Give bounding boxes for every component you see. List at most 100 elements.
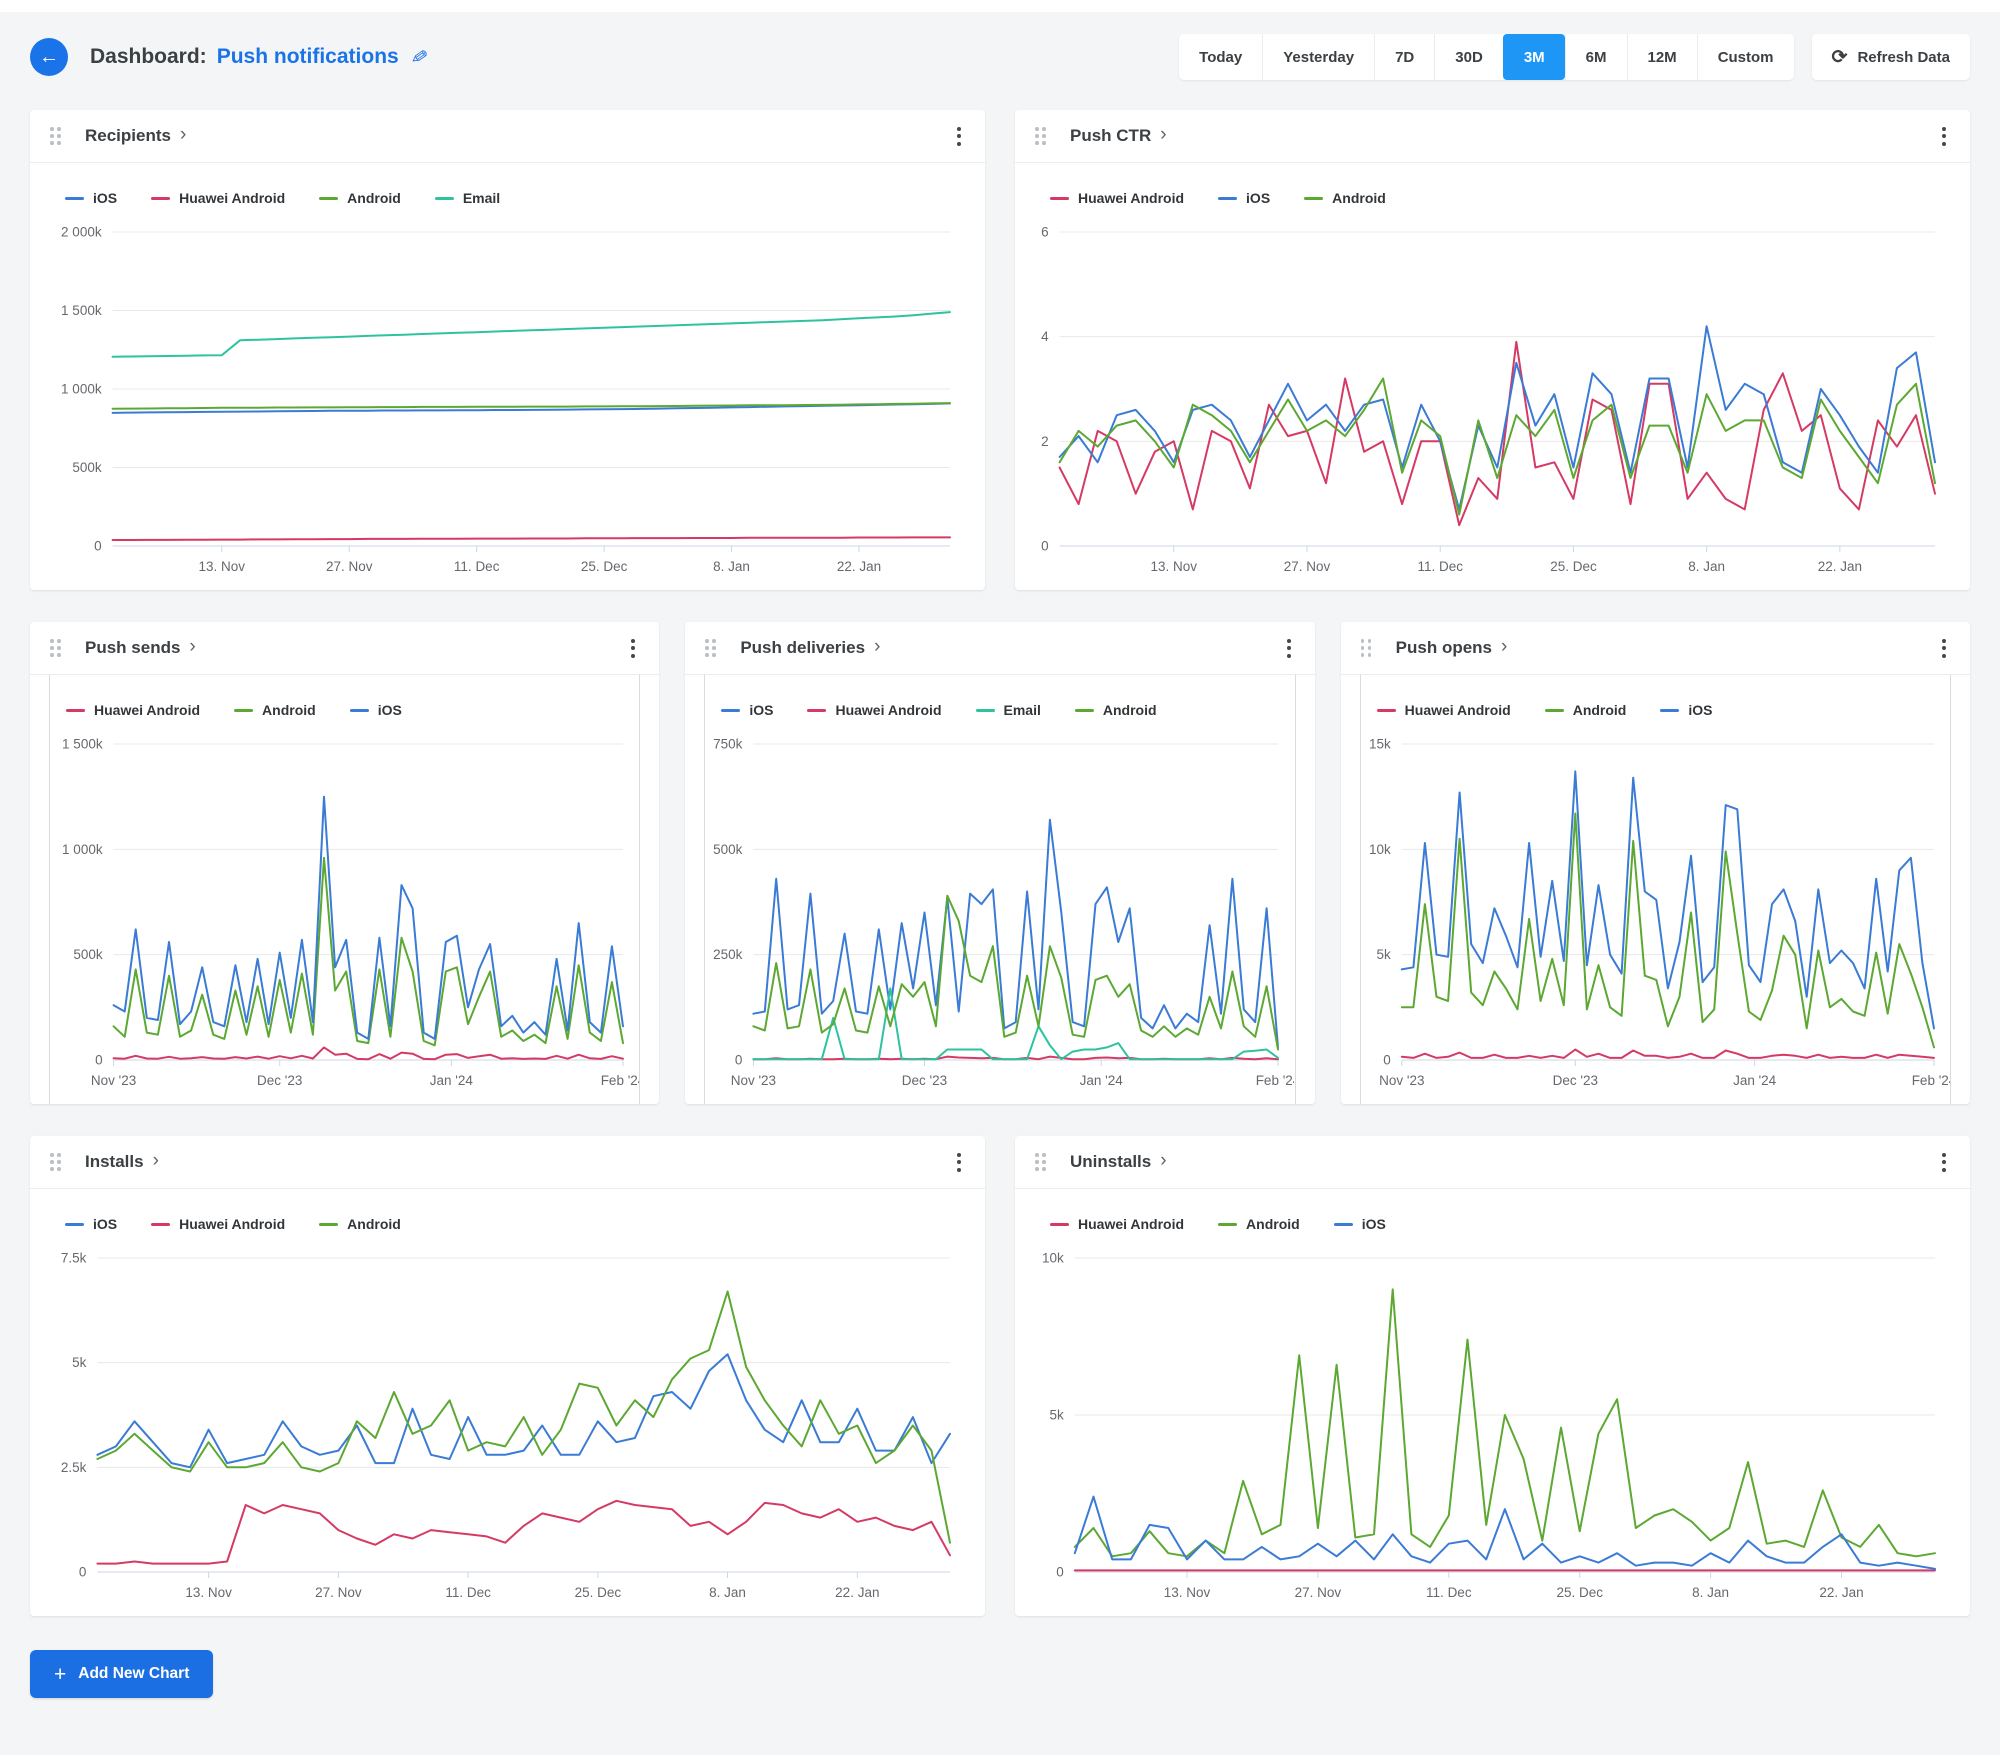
legend-item-android[interactable]: Android [319,190,401,206]
card-header: Uninstalls › [1015,1136,1970,1189]
add-new-chart-label: Add New Chart [78,1665,190,1682]
drag-handle-icon[interactable] [50,1153,61,1171]
chart-title[interactable]: Push sends [85,638,180,658]
legend-item-android[interactable]: Android [1218,1216,1300,1232]
chart-legend: iOS Huawei Android Android Email [49,163,966,218]
svg-text:Jan '24: Jan '24 [1080,1073,1124,1088]
svg-text:15k: 15k [1369,737,1391,752]
svg-text:27. Nov: 27. Nov [326,559,373,574]
range-button-3m[interactable]: 3M [1502,34,1565,80]
legend-item-android[interactable]: Android [1074,702,1157,718]
svg-text:25. Dec: 25. Dec [581,559,628,574]
chart-title[interactable]: Recipients [85,126,171,146]
legend-item-email[interactable]: Email [975,702,1041,718]
legend-item-huawei-android[interactable]: Huawei Android [1050,190,1184,206]
chart-title[interactable]: Push deliveries [740,638,865,658]
legend-swatch [319,1222,339,1226]
kebab-menu-icon[interactable] [627,633,639,664]
kebab-menu-icon[interactable] [1938,121,1950,152]
legend-swatch [975,708,995,712]
chart-plot: 0 250k 500k 750k Nov '23 Dec '23 Jan '24 Feb '2… [705,730,1294,1096]
chart-svg: 0 2 4 6 13. Nov 27. Nov 11. Dec 25. Dec 8. Jan 22… [1041,225,1936,574]
chart-plot: 0 500k 1 000k 1 500k Nov '23 Dec '23 Jan '24 Fe… [50,730,639,1096]
chart-svg: 0 2.5k 5k 7.5k 13. Nov 27. Nov 11. Dec 25. Dec 8… [61,1251,951,1600]
legend-swatch [1218,1222,1238,1226]
legend-item-android[interactable]: Android [1304,190,1386,206]
drag-handle-icon[interactable] [705,639,716,657]
range-button-yesterday[interactable]: Yesterday [1262,34,1375,80]
legend-item-ios[interactable]: iOS [721,702,773,718]
legend-item-ios[interactable]: iOS [1218,190,1270,206]
svg-text:11. Dec: 11. Dec [1426,1585,1472,1600]
svg-text:11. Dec: 11. Dec [445,1585,491,1600]
chart-title[interactable]: Installs [85,1152,144,1172]
legend-item-android[interactable]: Android [234,702,316,718]
legend-item-android[interactable]: Android [1544,702,1626,718]
legend-item-huawei-android[interactable]: Huawei Android [151,1216,285,1232]
legend-item-huawei-android[interactable]: Huawei Android [66,702,200,718]
chart-legend: Huawei Android Android iOS [50,675,639,730]
legend-label: iOS [1361,1216,1386,1232]
card-header: Recipients › [30,110,985,163]
range-button-7d[interactable]: 7D [1374,34,1435,80]
legend-swatch [434,196,454,200]
chart-svg: 0 5k 10k 13. Nov 27. Nov 11. Dec 25. Dec 8. Jan… [1042,1251,1936,1600]
legend-item-huawei-android[interactable]: Huawei Android [1376,702,1511,718]
legend-label: iOS [377,702,402,718]
legend-item-ios[interactable]: iOS [349,702,402,718]
drag-handle-icon[interactable] [50,639,61,657]
drag-handle-icon[interactable] [1035,1153,1046,1171]
legend-label: Huawei Android [1078,1216,1185,1232]
legend-swatch [1218,196,1238,200]
legend-label: Android [347,190,401,206]
legend-item-huawei-android[interactable]: Huawei Android [807,702,942,718]
svg-text:1 500k: 1 500k [61,303,102,318]
legend-swatch [1333,1222,1353,1226]
card-header: Push deliveries › [685,622,1315,675]
drag-handle-icon[interactable] [1360,639,1372,657]
chart-card-installs: Installs › iOS Huawei Android Android 0 2.5… [30,1136,985,1616]
drag-handle-icon[interactable] [1035,127,1046,145]
range-button-30d[interactable]: 30D [1434,34,1503,80]
svg-text:Nov '23: Nov '23 [91,1073,136,1088]
kebab-menu-icon[interactable] [1938,633,1950,664]
chart-legend: Huawei Android iOS Android [1034,163,1951,218]
kebab-menu-icon[interactable] [1938,1147,1950,1178]
svg-text:5k: 5k [1050,1408,1065,1423]
svg-text:0: 0 [735,1053,743,1068]
back-button[interactable]: ← [30,38,68,76]
range-button-6m[interactable]: 6M [1564,34,1627,80]
legend-item-ios[interactable]: iOS [1660,702,1712,718]
range-button-12m[interactable]: 12M [1626,34,1697,80]
chart-title[interactable]: Push opens [1396,638,1492,658]
legend-item-ios[interactable]: iOS [65,1216,117,1232]
legend-item-android[interactable]: Android [319,1216,401,1232]
add-new-chart-button[interactable]: + Add New Chart [30,1650,214,1698]
kebab-menu-icon[interactable] [953,121,965,152]
chart-title[interactable]: Uninstalls [1070,1152,1151,1172]
legend-item-ios[interactable]: iOS [1333,1216,1386,1232]
kebab-menu-icon[interactable] [1283,633,1295,664]
chart-plot: 0 5k 10k 13. Nov 27. Nov 11. Dec 25. Dec 8. Jan… [1034,1244,1951,1608]
range-button-today[interactable]: Today [1179,34,1263,80]
refresh-data-button[interactable]: ⟳ Refresh Data [1811,34,1970,80]
chart-legend: iOS Huawei Android Android [49,1189,966,1244]
dashboard-name[interactable]: Push notifications [217,45,399,69]
chevron-right-icon: › [189,636,196,657]
chart-title[interactable]: Push CTR [1070,126,1151,146]
svg-text:0: 0 [1383,1053,1391,1068]
svg-text:25. Dec: 25. Dec [1556,1585,1603,1600]
svg-text:27. Nov: 27. Nov [1295,1585,1342,1600]
legend-item-huawei-android[interactable]: Huawei Android [151,190,285,206]
edit-pencil-icon[interactable]: ✎ [409,43,430,71]
legend-swatch [721,708,741,712]
legend-item-huawei-android[interactable]: Huawei Android [1050,1216,1184,1232]
chevron-right-icon: › [152,1150,159,1171]
svg-text:0: 0 [94,539,102,554]
range-button-custom[interactable]: Custom [1696,34,1794,80]
drag-handle-icon[interactable] [50,127,61,145]
kebab-menu-icon[interactable] [953,1147,965,1178]
legend-item-email[interactable]: Email [434,190,500,206]
legend-item-ios[interactable]: iOS [65,190,117,206]
refresh-label: Refresh Data [1857,48,1950,66]
